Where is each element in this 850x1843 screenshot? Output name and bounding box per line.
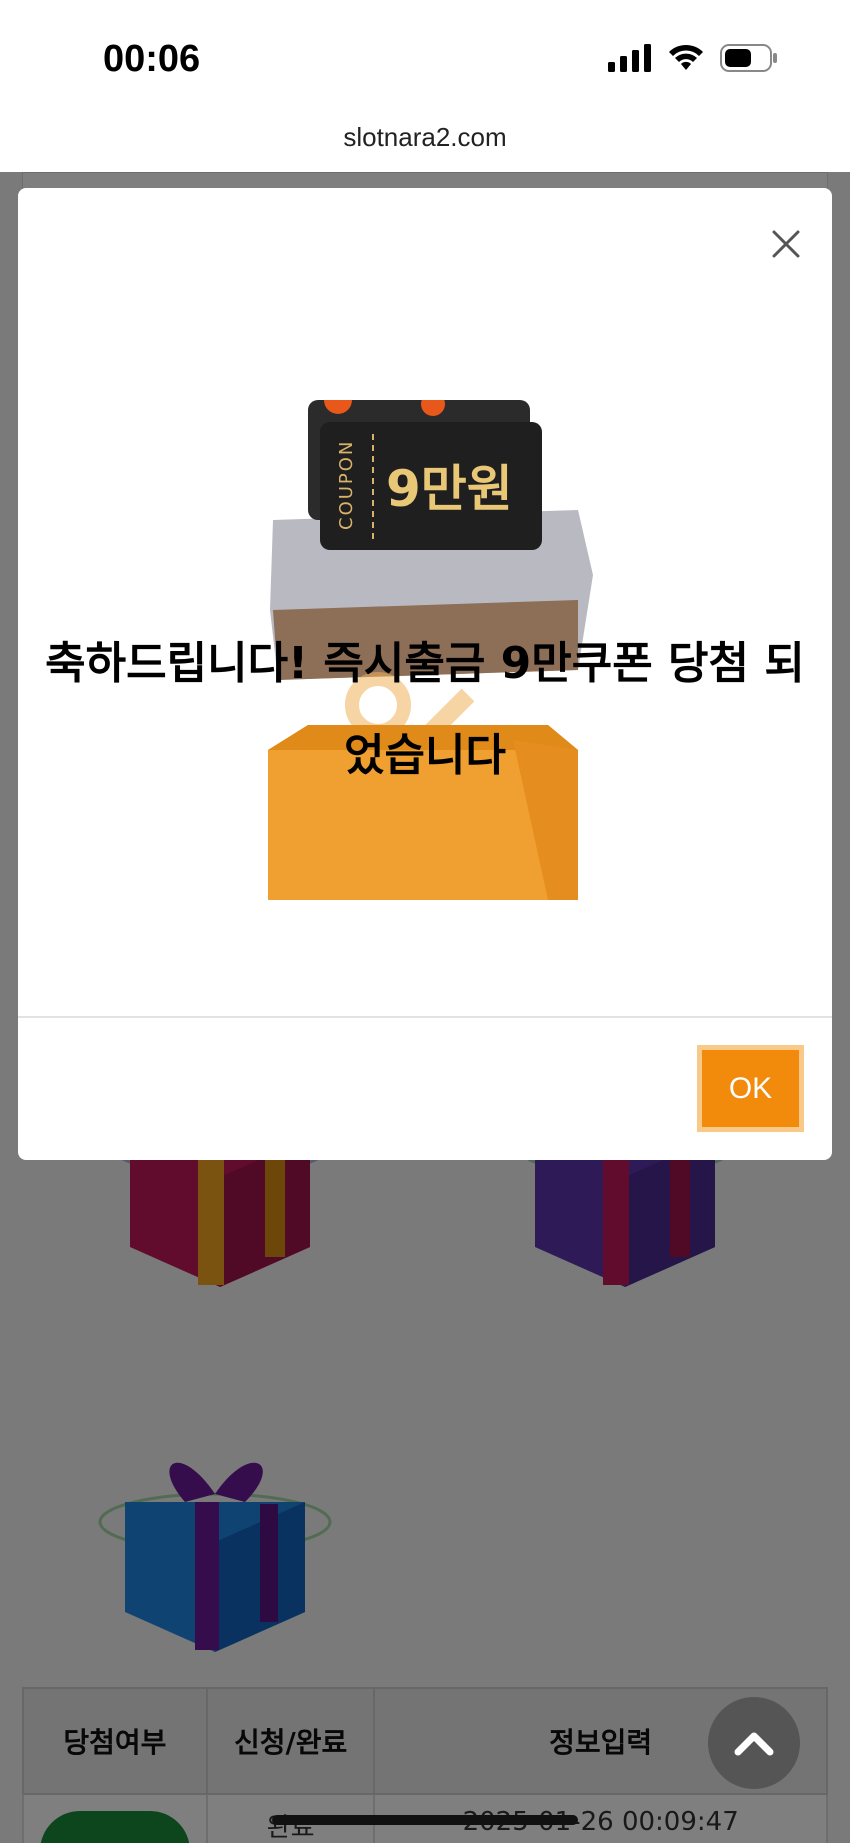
cellular-signal-icon (608, 44, 651, 72)
home-indicator (272, 1815, 578, 1825)
status-icons (608, 44, 778, 72)
coupon-amount: 9만원 (386, 460, 513, 518)
scroll-to-top-button[interactable] (708, 1697, 800, 1789)
modal-body: COUPON 9만원 축하드립니다! 즉시출금 9만쿠폰 당첨 되었습니다 (18, 188, 832, 1016)
battery-icon (720, 44, 777, 72)
wifi-icon (669, 44, 703, 70)
coupon-win-modal: COUPON 9만원 축하드립니다! 즉시출금 9만쿠폰 당첨 되었습니다 (18, 188, 832, 1160)
chevron-up-icon (734, 1732, 774, 1756)
modal-message: 축하드립니다! 즉시출금 9만쿠폰 당첨 되었습니다 (45, 638, 805, 781)
url-bar[interactable]: slotnara2.com (0, 122, 850, 172)
coupon-label: COUPON (336, 440, 357, 530)
ok-button[interactable]: OK (697, 1045, 804, 1132)
status-time: 00:06 (103, 38, 201, 80)
close-icon[interactable] (768, 226, 804, 262)
status-bar: 00:06 (0, 0, 850, 125)
